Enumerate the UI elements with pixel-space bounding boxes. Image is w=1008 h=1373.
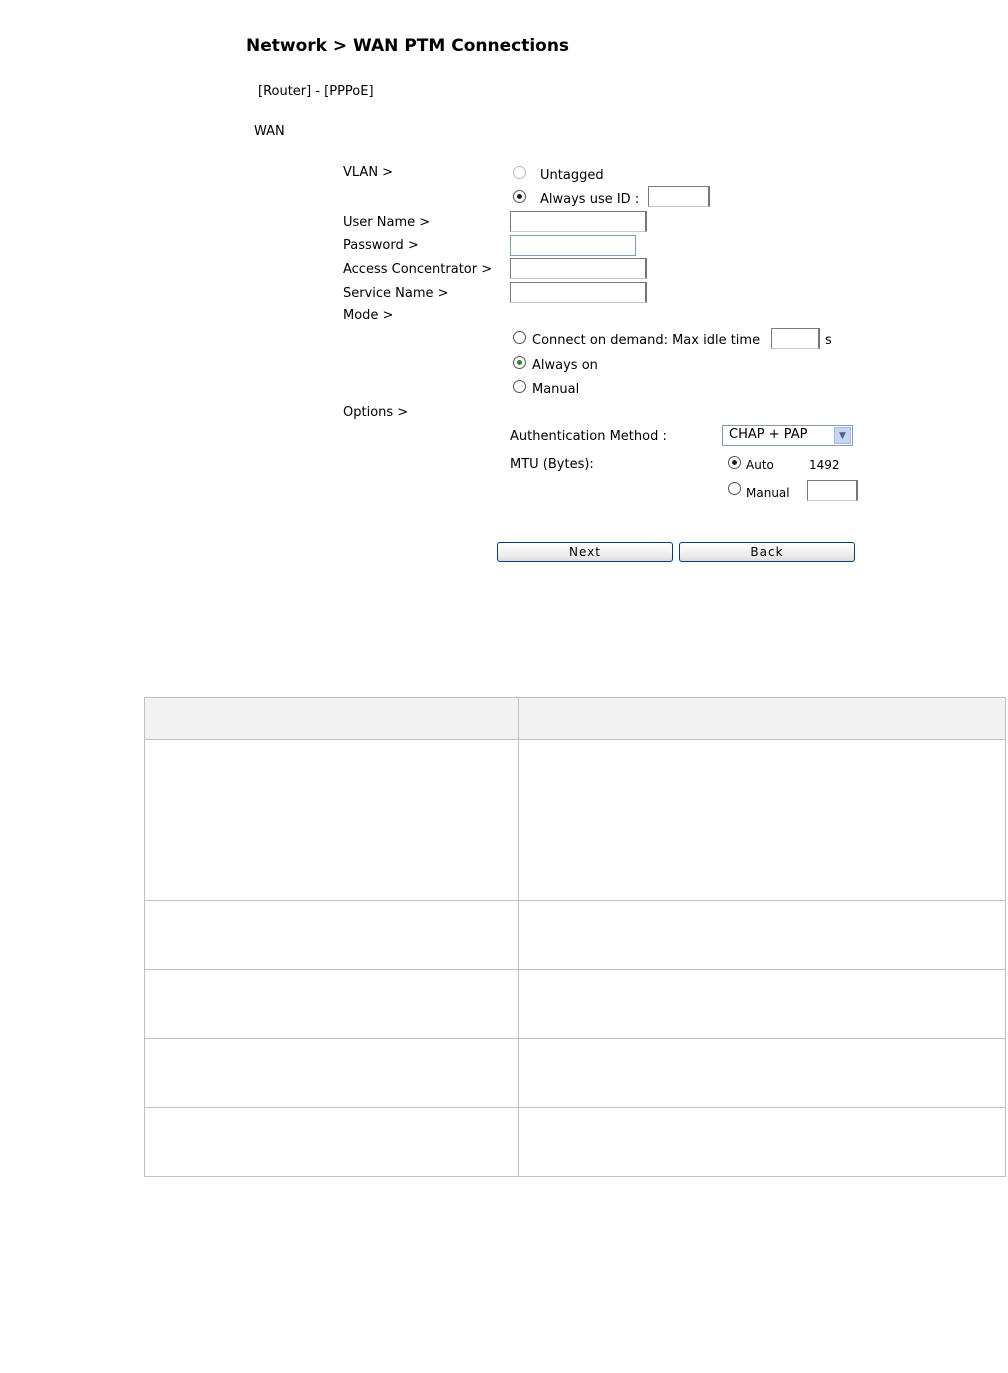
service-name-label: Service Name >: [343, 286, 449, 301]
mtu-manual-radio[interactable]: [728, 482, 741, 495]
auth-method-value: CHAP + PAP: [729, 427, 808, 442]
mode-connect-on-demand-label: Connect on demand: Max idle time: [532, 333, 761, 348]
access-concentrator-input[interactable]: [510, 258, 647, 279]
idle-unit-label: s: [825, 333, 832, 348]
table-cell: [518, 739, 1006, 901]
mode-always-on-label: Always on: [532, 358, 598, 373]
auth-method-label: Authentication Method :: [510, 429, 667, 444]
service-name-input[interactable]: [510, 282, 647, 303]
table-cell: [144, 969, 519, 1039]
mode-manual-label: Manual: [532, 382, 580, 397]
mtu-manual-input[interactable]: [807, 480, 858, 501]
table-cell: [518, 969, 1006, 1039]
table-cell: [518, 1038, 1006, 1108]
next-button[interactable]: Next: [497, 542, 673, 562]
options-label: Options >: [343, 405, 409, 420]
back-button[interactable]: Back: [679, 542, 855, 562]
mtu-label: MTU (Bytes):: [510, 457, 594, 472]
breadcrumb: [Router] - [PPPoE]: [258, 84, 374, 99]
table-cell: [144, 1038, 519, 1108]
table-row: [144, 1038, 1006, 1108]
vlan-label: VLAN >: [343, 165, 394, 180]
section-heading: WAN: [254, 124, 285, 139]
table-cell: [144, 1107, 519, 1177]
table-header-cell: [144, 697, 519, 740]
mtu-manual-label: Manual: [746, 486, 790, 500]
vlan-untagged-label: Untagged: [540, 168, 604, 183]
vlan-id-input[interactable]: [648, 186, 710, 207]
table-row: [144, 1107, 1006, 1177]
table-cell: [144, 739, 519, 901]
access-concentrator-label: Access Concentrator >: [343, 262, 493, 277]
vlan-always-radio[interactable]: [513, 190, 526, 203]
user-name-input[interactable]: [510, 211, 647, 232]
mtu-auto-radio[interactable]: [728, 456, 741, 469]
table-row: [144, 900, 1006, 970]
mode-label: Mode >: [343, 308, 394, 323]
mode-connect-on-demand-radio[interactable]: [513, 331, 526, 344]
vlan-always-label: Always use ID :: [540, 192, 640, 207]
table-header-cell: [518, 697, 1006, 740]
auth-method-select[interactable]: CHAP + PAP ▼: [722, 425, 853, 446]
table-header-row: [144, 697, 1006, 740]
table-row: [144, 969, 1006, 1039]
table-cell: [518, 900, 1006, 970]
mode-always-on-radio[interactable]: [513, 356, 526, 369]
mode-manual-radio[interactable]: [513, 380, 526, 393]
table-row: [144, 739, 1006, 901]
password-label: Password >: [343, 238, 419, 253]
mtu-auto-label: Auto: [746, 458, 774, 472]
max-idle-time-input[interactable]: [771, 328, 820, 349]
description-table: [144, 697, 1006, 1177]
chevron-down-icon[interactable]: ▼: [834, 427, 851, 444]
vlan-untagged-radio[interactable]: [513, 166, 526, 179]
table-cell: [144, 900, 519, 970]
password-input[interactable]: [510, 235, 636, 256]
table-cell: [518, 1107, 1006, 1177]
user-name-label: User Name >: [343, 215, 431, 230]
page-title: Network > WAN PTM Connections: [246, 36, 570, 56]
mtu-auto-value: 1492: [809, 458, 840, 472]
